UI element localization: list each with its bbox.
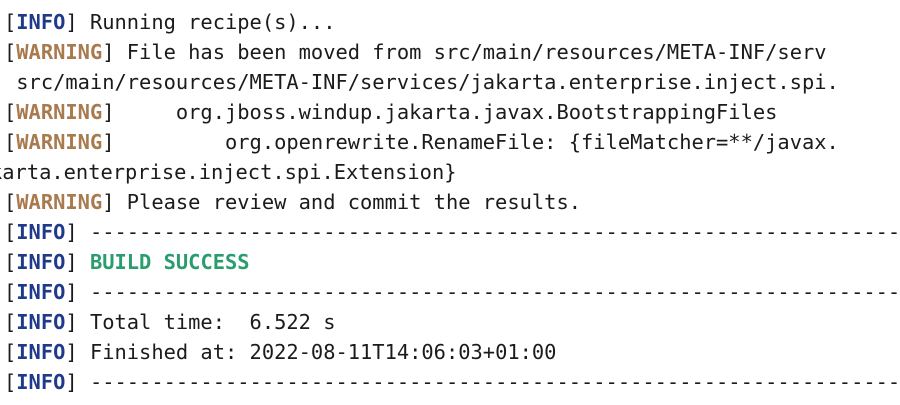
bracket-open: [ (4, 10, 17, 34)
bracket-close: ] (65, 310, 78, 334)
log-line: [INFO] ---------------------------------… (4, 277, 900, 307)
bracket-open: [ (4, 190, 17, 214)
log-text: Running recipe(s)... (77, 10, 336, 34)
bracket-close: ] (65, 340, 78, 364)
bracket-close: ] (65, 10, 78, 34)
bracket-close: ] (102, 40, 115, 64)
log-text: Finished at: 2022-08-11T14:06:03+01:00 (77, 340, 557, 364)
log-text: src/main/resources/META-INF/services/jak… (4, 70, 839, 94)
log-line: [WARNING] Please review and commit the r… (4, 187, 900, 217)
log-line: [INFO] Total time: 6.522 s (4, 307, 900, 337)
bracket-open: [ (4, 130, 17, 154)
info-tag: INFO (16, 250, 66, 274)
bracket-close: ] (102, 130, 115, 154)
warning-tag: WARNING (16, 190, 103, 214)
warning-tag: WARNING (16, 40, 103, 64)
bracket-open: [ (4, 310, 17, 334)
info-tag: INFO (16, 280, 66, 304)
bracket-open: [ (4, 340, 17, 364)
log-line: [INFO] ---------------------------------… (4, 367, 900, 397)
bracket-close: ] (65, 370, 78, 394)
log-text: Please review and commit the results. (114, 190, 581, 214)
log-text: Total time: 6.522 s (77, 310, 336, 334)
info-tag: INFO (16, 220, 66, 244)
log-line: [INFO] BUILD SUCCESS (4, 247, 900, 277)
bracket-open: [ (4, 220, 17, 244)
log-text: org.jboss.windup.jakarta.javax.Bootstrap… (114, 100, 778, 124)
bracket-close: ] (65, 250, 78, 274)
info-tag: INFO (16, 310, 66, 334)
log-text: File has been moved from src/main/resour… (114, 40, 827, 64)
warning-tag: WARNING (16, 100, 103, 124)
terminal-output: [INFO] Running recipe(s)... [WARNING] Fi… (0, 7, 900, 397)
bracket-open: [ (4, 100, 17, 124)
log-line: [WARNING] org.jboss.windup.jakarta.javax… (4, 97, 900, 127)
bracket-close: ] (102, 190, 115, 214)
log-line: [INFO] Finished at: 2022-08-11T14:06:03+… (4, 337, 900, 367)
separator-line: ----------------------------------------… (77, 370, 900, 394)
bracket-open: [ (4, 280, 17, 304)
bracket-open: [ (4, 40, 17, 64)
separator-line: ----------------------------------------… (77, 220, 900, 244)
bracket-open: [ (4, 250, 17, 274)
bracket-close: ] (65, 280, 78, 304)
log-line-continuation: src/main/resources/META-INF/services/jak… (4, 67, 900, 97)
log-text: karta.enterprise.inject.spi.Extension} (0, 160, 457, 184)
log-line: [INFO] Running recipe(s)... (4, 7, 900, 37)
terminal-window[interactable]: [INFO] Running recipe(s)... [WARNING] Fi… (0, 0, 900, 405)
info-tag: INFO (16, 370, 66, 394)
bracket-open: [ (4, 370, 17, 394)
log-line-continuation: karta.enterprise.inject.spi.Extension} (0, 157, 900, 187)
log-line: [WARNING] File has been moved from src/m… (4, 37, 900, 67)
build-success-text: BUILD SUCCESS (89, 250, 250, 274)
log-text: org.openrewrite.RenameFile: {fileMatcher… (114, 130, 839, 154)
separator-line: ----------------------------------------… (77, 280, 900, 304)
warning-tag: WARNING (16, 130, 103, 154)
info-tag: INFO (16, 10, 66, 34)
log-line: [WARNING] org.openrewrite.RenameFile: {f… (4, 127, 900, 157)
info-tag: INFO (16, 340, 66, 364)
bracket-close: ] (65, 220, 78, 244)
log-line: [INFO] ---------------------------------… (4, 217, 900, 247)
bracket-close: ] (102, 100, 115, 124)
